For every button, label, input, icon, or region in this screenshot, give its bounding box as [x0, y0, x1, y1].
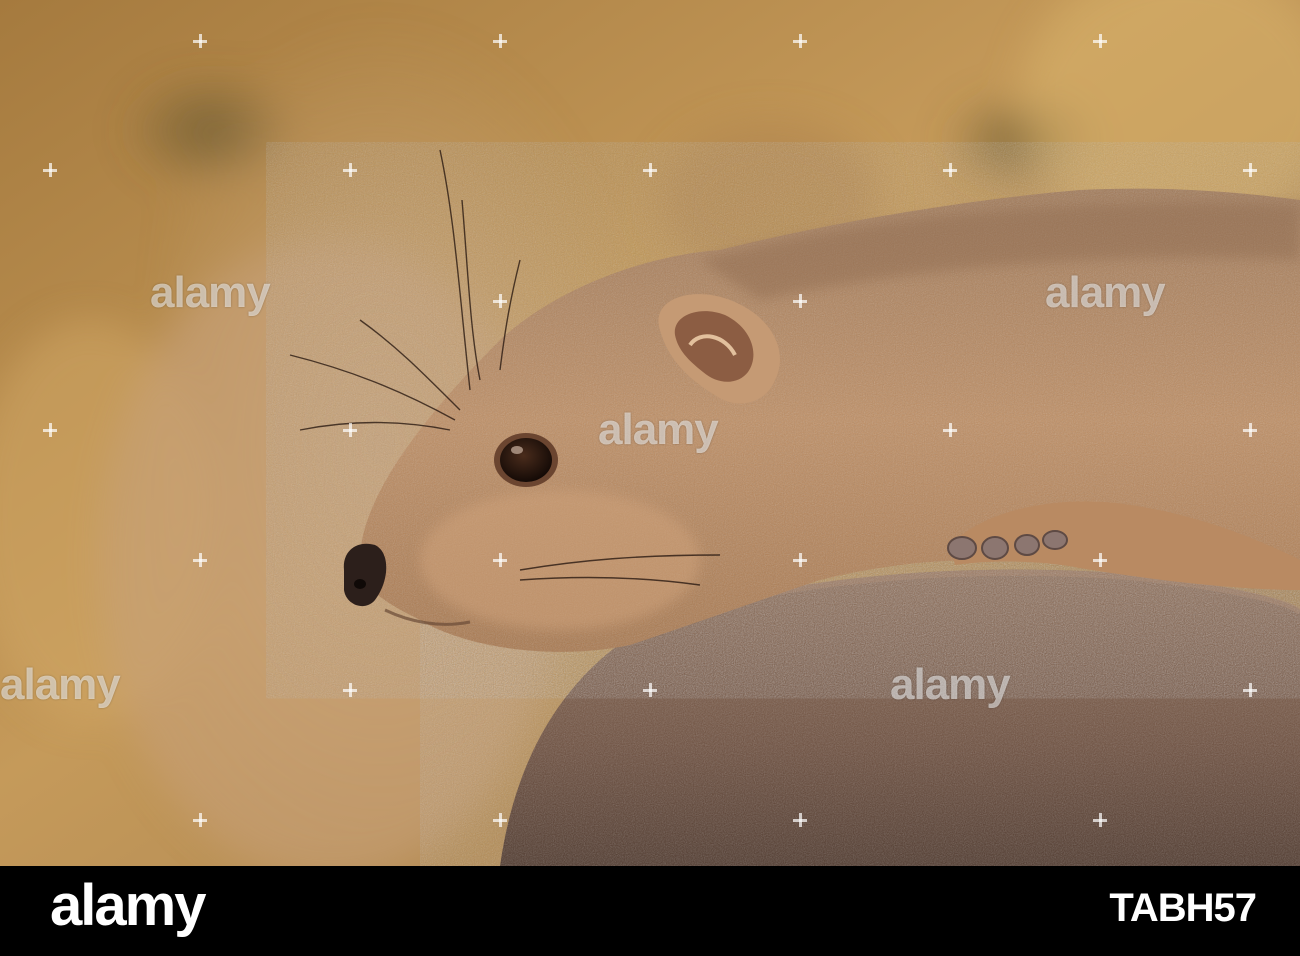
alamy-logo: alamy	[50, 873, 206, 938]
hyrax-photo	[0, 0, 1300, 866]
stock-photo-frame: alamy alamy alamy alamy alamy alamy TABH…	[0, 0, 1300, 956]
image-id-label: TABH57	[1109, 886, 1257, 930]
stock-footer-bar: alamy TABH57	[0, 866, 1300, 956]
